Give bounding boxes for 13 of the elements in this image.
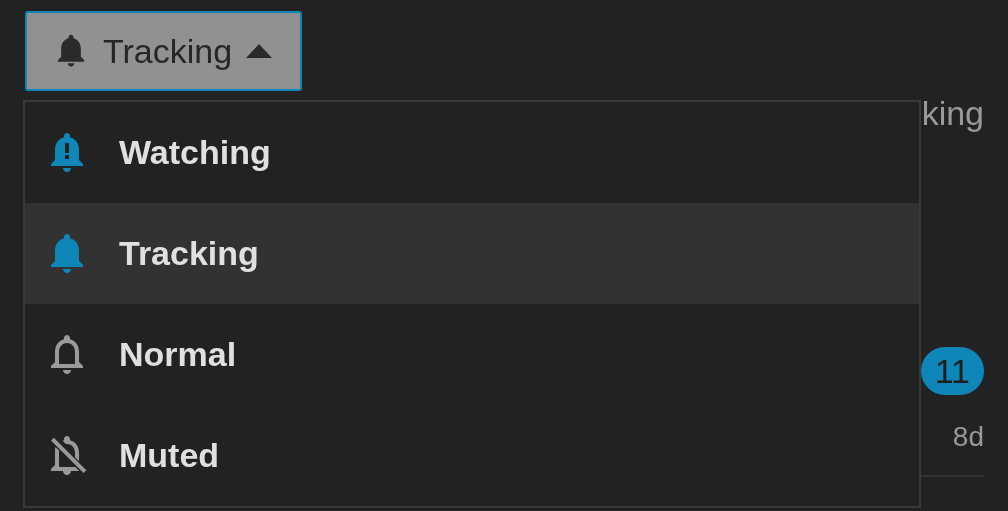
menu-item[interactable]: Muted — [25, 405, 919, 506]
menu-item[interactable]: Tracking — [25, 203, 919, 304]
caret-up-icon — [246, 44, 273, 58]
menu-item[interactable]: Watching — [25, 102, 919, 203]
unread-count-badge: 11 — [920, 347, 984, 395]
notification-level-button[interactable]: Tracking — [25, 11, 303, 91]
topic-age: 8d — [952, 421, 984, 453]
menu-item-label: Muted — [119, 436, 220, 475]
topic-title: king — [921, 93, 984, 133]
menu-item-label: Normal — [119, 335, 237, 374]
menu-item[interactable]: Normal — [25, 304, 919, 405]
menu-item-label: Tracking — [119, 234, 259, 273]
menu-item-label: Watching — [119, 133, 271, 172]
